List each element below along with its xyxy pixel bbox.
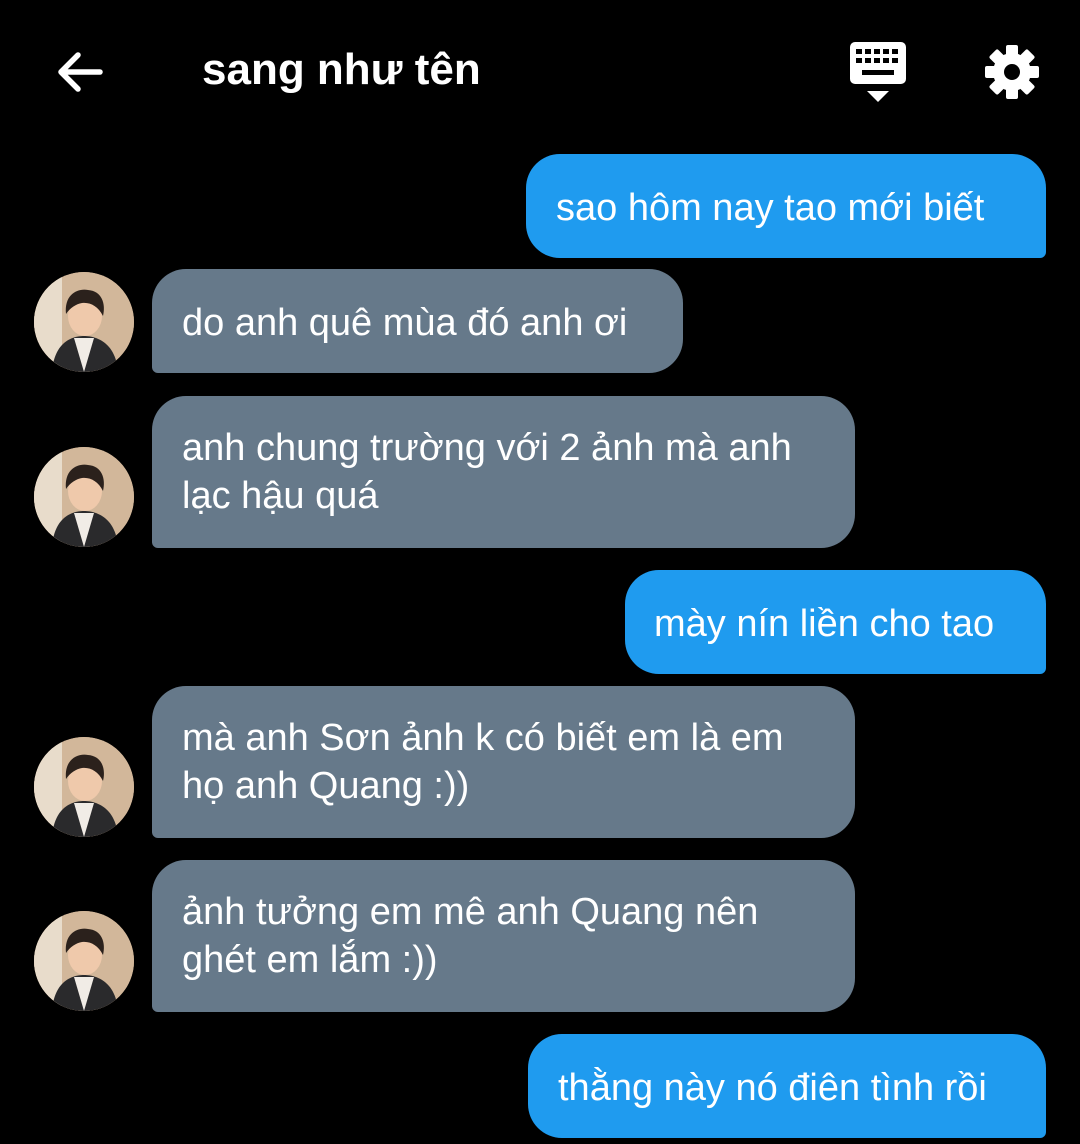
arrow-left-icon xyxy=(58,52,103,92)
message-text-line: ghét em lắm :)) xyxy=(182,939,438,981)
message-bubble-incoming[interactable]: ảnh tưởng em mê anh Quang nên ghét em lắ… xyxy=(152,860,855,1012)
avatar-photo xyxy=(34,272,134,372)
message-bubble-outgoing[interactable]: sao hôm nay tao mới biết xyxy=(526,154,1046,258)
message-bubble-outgoing[interactable]: thằng này nó điên tình rồi xyxy=(528,1034,1046,1138)
avatar[interactable] xyxy=(34,447,134,547)
gear-icon xyxy=(985,45,1039,99)
keyboard-button[interactable] xyxy=(842,38,914,108)
message-text-line: ảnh tưởng em mê anh Quang nên xyxy=(182,891,759,933)
message-text: mày nín liền cho tao xyxy=(654,603,995,645)
message-bubble-outgoing[interactable]: mày nín liền cho tao xyxy=(625,570,1046,674)
message-text-line: lạc hậu quá xyxy=(182,475,379,517)
chat-header: sang như tên xyxy=(0,0,1080,140)
message-bubble-incoming[interactable]: mà anh Sơn ảnh k có biết em là em họ anh… xyxy=(152,686,855,838)
message-text-line: họ anh Quang :)) xyxy=(182,765,470,807)
message-text-line: anh chung trường với 2 ảnh mà anh xyxy=(182,427,792,469)
message-text-line: mà anh Sơn ảnh k có biết em là em xyxy=(182,717,784,759)
avatar[interactable] xyxy=(34,272,134,372)
message-text: do anh quê mùa đó anh ơi xyxy=(182,302,628,344)
message-bubble-incoming[interactable]: do anh quê mùa đó anh ơi xyxy=(152,269,683,373)
message-text: sao hôm nay tao mới biết xyxy=(556,187,985,229)
message-text: thằng này nó điên tình rồi xyxy=(558,1067,987,1109)
back-button[interactable] xyxy=(48,40,112,104)
settings-button[interactable] xyxy=(978,38,1046,106)
keyboard-icon xyxy=(850,42,906,102)
avatar-photo xyxy=(34,447,134,547)
avatar-photo xyxy=(34,911,134,1011)
avatar-photo xyxy=(34,737,134,837)
avatar[interactable] xyxy=(34,911,134,1011)
conversation-title: sang như tên xyxy=(202,45,481,94)
avatar[interactable] xyxy=(34,737,134,837)
message-bubble-incoming[interactable]: anh chung trường với 2 ảnh mà anh lạc hậ… xyxy=(152,396,855,548)
